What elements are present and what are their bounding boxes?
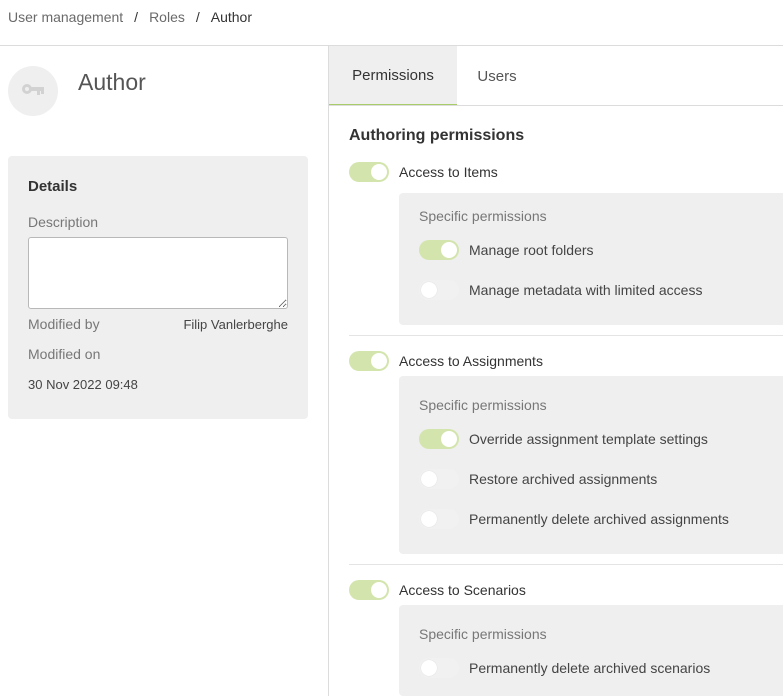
manage-metadata-toggle[interactable] <box>419 280 459 300</box>
delete-archived-scenarios-toggle[interactable] <box>419 658 459 678</box>
tabs-divider <box>329 105 783 106</box>
toggle-knob <box>421 511 437 527</box>
access-items-toggle[interactable] <box>349 162 389 182</box>
delete-archived-assignments-toggle[interactable] <box>419 509 459 529</box>
breadcrumb-current: Author <box>210 9 252 25</box>
key-icon <box>21 82 45 101</box>
breadcrumb-separator: / <box>195 9 200 25</box>
override-assignment-template-toggle[interactable] <box>419 429 459 449</box>
access-assignments-toggle[interactable] <box>349 351 389 371</box>
details-card: Details Description Modified by Filip Va… <box>8 156 308 419</box>
modified-by-label: Modified by <box>28 316 100 332</box>
role-avatar <box>8 66 58 116</box>
restore-archived-assignments-label: Restore archived assignments <box>469 471 658 487</box>
toggle-knob <box>421 282 437 298</box>
toggle-knob <box>421 471 437 487</box>
modified-on-label: Modified on <box>28 346 101 362</box>
breadcrumb: User management / Roles / Author <box>8 8 252 26</box>
group-divider <box>349 564 783 565</box>
access-items-label: Access to Items <box>399 164 498 180</box>
breadcrumb-roles[interactable]: Roles <box>149 9 185 25</box>
group-divider <box>349 335 783 336</box>
role-title: Author <box>78 69 146 95</box>
role-detail-page: User management / Roles / Author Author … <box>0 0 783 696</box>
access-scenarios-toggle[interactable] <box>349 580 389 600</box>
manage-root-folders-label: Manage root folders <box>469 242 594 258</box>
modified-on-value: 30 Nov 2022 09:48 <box>28 377 138 392</box>
access-scenarios-label: Access to Scenarios <box>399 582 526 598</box>
manage-root-folders-toggle[interactable] <box>419 240 459 260</box>
toggle-knob <box>371 582 387 598</box>
breadcrumb-separator: / <box>134 9 139 25</box>
toggle-knob <box>441 242 457 258</box>
tab-users[interactable]: Users <box>457 46 537 106</box>
override-assignment-template-label: Override assignment template settings <box>469 431 708 447</box>
specific-permissions-title: Specific permissions <box>419 626 547 642</box>
toggle-knob <box>371 164 387 180</box>
description-label: Description <box>28 214 99 230</box>
toggle-knob <box>421 660 437 676</box>
modified-by-value: Filip Vanlerberghe <box>183 317 288 332</box>
details-title: Details <box>28 178 78 195</box>
description-textarea[interactable] <box>28 237 288 309</box>
specific-permissions-title: Specific permissions <box>419 208 547 224</box>
delete-archived-assignments-label: Permanently delete archived assignments <box>469 511 729 527</box>
toggle-knob <box>441 431 457 447</box>
access-assignments-label: Access to Assignments <box>399 353 543 369</box>
panel-divider <box>328 45 329 696</box>
section-title: Authoring permissions <box>349 127 525 144</box>
scenarios-specific-card <box>399 605 783 696</box>
toggle-knob <box>371 353 387 369</box>
specific-permissions-title: Specific permissions <box>419 397 547 413</box>
breadcrumb-user-management[interactable]: User management <box>8 9 123 25</box>
restore-archived-assignments-toggle[interactable] <box>419 469 459 489</box>
manage-metadata-label: Manage metadata with limited access <box>469 282 703 298</box>
tab-permissions[interactable]: Permissions <box>329 46 457 106</box>
delete-archived-scenarios-label: Permanently delete archived scenarios <box>469 660 711 676</box>
